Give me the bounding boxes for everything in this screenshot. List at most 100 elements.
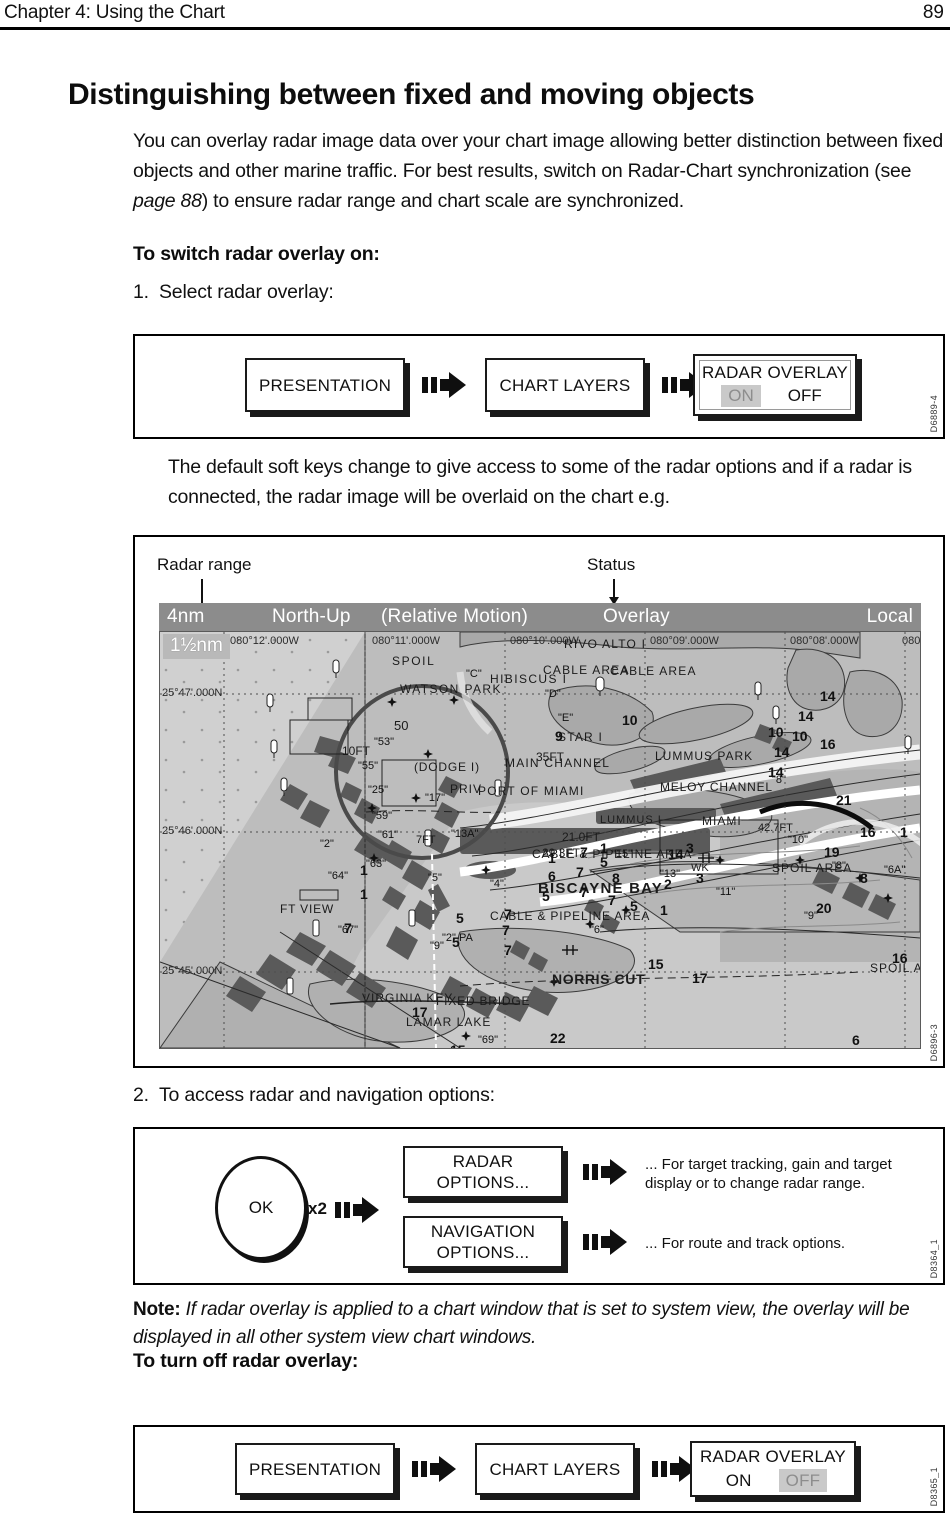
step-2: 2. To access radar and navigation options… [133,1084,495,1107]
chart-sounding: 5 [630,898,638,914]
softkey-radar-overlay[interactable]: RADAR OVERLAY ON OFF [690,1441,856,1497]
radar-range-badge: 1½nm [163,634,230,659]
chart-sounding: 2 [664,876,672,892]
note-text: If radar overlay is applied to a chart w… [133,1299,910,1348]
chart-buoy-label: "E" [558,712,574,724]
radar-overlay-option-on[interactable]: ON [719,1469,759,1492]
softkey-chart-layers[interactable]: CHART LAYERS [485,358,645,412]
chart-buoy-label: "15" [612,848,633,860]
navigation-options-description: ... For route and track options. [645,1235,846,1252]
chart-sounding: 1 [360,886,368,902]
softkey-chart-layers-label: CHART LAYERS [499,375,631,395]
longitude-label: 080°11'.000W [372,635,441,647]
chart-place-label: SPOIL AREA [772,861,853,875]
softkey-radar-overlay[interactable]: RADAR OVERLAY ON OFF [693,354,857,416]
chart-sounding: 8 [612,870,620,886]
softkey-radar-options[interactable]: RADAR OPTIONS... [403,1146,563,1198]
header-page-number: 89 [922,2,944,23]
latitude-label: 25°47'.000N [162,687,223,699]
chart-place-label: 42.7FT [758,822,793,834]
step-2-text: To access radar and navigation options: [159,1084,495,1106]
chart-buoy-label: "64" [328,870,349,882]
chart-sounding: 14 [820,688,836,704]
step-1-number: 1. [133,281,149,303]
longitude-label: 080 [902,635,921,647]
chart-place-label: 21.0FT [562,830,601,844]
right-arrow-icon [335,1197,379,1223]
figure-id: D8365_1 [929,1466,939,1506]
chart-place-label: RIVO ALTO I [564,638,645,651]
softkey-navigation-options-line2: OPTIONS... [436,1243,530,1262]
chart-buoy-label: "6" [590,924,604,936]
ok-knob-label: OK [248,1198,274,1217]
ok-knob-button[interactable]: OK [215,1156,307,1260]
note-label: Note: [133,1299,181,1320]
chart-sounding: 16 [892,950,908,966]
radar-overlay-option-off[interactable]: OFF [781,385,829,407]
chart-sounding: 7 [580,884,588,900]
status-overlay-mode: Overlay [603,606,670,627]
radar-overlay-option-on[interactable]: ON [721,385,761,407]
figure-id: D6889-4 [929,394,939,432]
intro-cross-reference: page 88 [133,190,202,212]
intro-text-part2: ) to ensure radar range and chart scale … [201,190,684,212]
chart-canvas[interactable]: 1½nm 080°12'.000W 080°11'.000W 080°10'.0… [159,631,921,1049]
chart-sounding: 7 [608,892,616,908]
chart-place-label: CABLE & PIPELINE AREA [490,910,649,923]
figure-id: D8364_1 [929,1238,939,1278]
chart-place-label: WATSON PARK [400,682,502,696]
chart-buoy-label: "D" [545,688,561,700]
softkey-presentation-label: PRESENTATION [248,1459,382,1479]
chart-buoy-label: "10" [788,834,809,846]
chart-sounding: 7 [504,906,512,922]
radar-overlay-option-off[interactable]: OFF [778,1469,828,1492]
right-arrow-icon [583,1229,627,1255]
page-header: Chapter 4: Using the Chart 89 [0,0,950,30]
chart-sounding: 7 [344,920,352,936]
softkey-navigation-options[interactable]: NAVIGATION OPTIONS... [403,1216,563,1268]
longitude-label: 080°12'.000W [230,635,299,647]
chart-place-label: SPOIL [392,654,436,668]
chart-sounding: 10 [792,728,808,744]
chart-sounding: 14 [774,744,790,760]
chart-sounding: 3 [686,840,694,856]
intro-paragraph: You can overlay radar image data over yo… [133,126,948,216]
chart-sounding: 19 [824,844,840,860]
page-title: Distinguishing between fixed and moving … [68,78,755,111]
longitude-label: 080°09'.000W [650,635,719,647]
chart-place-label: 7FT [416,834,436,846]
chart-place-label: 35FT [536,750,565,764]
chart-place-label: MELOY CHANNEL [660,780,772,794]
chart-sounding: 22 [550,1030,566,1046]
softkey-chart-layers[interactable]: CHART LAYERS [475,1443,635,1495]
subheading-turn-off: To turn off radar overlay: [133,1350,359,1372]
chart-place-label: LUMMUS PARK [655,749,752,763]
radar-options-description: ... For target tracking, gain and target… [645,1156,892,1192]
chart-sounding: 5 [452,934,460,950]
softkey-presentation[interactable]: PRESENTATION [245,358,405,412]
subheading-switch-on: To switch radar overlay on: [133,243,380,265]
chart-buoy-label: "13A" [451,828,479,840]
chart-buoy-label: "55" [358,760,379,772]
chart-sounding: 7 [502,922,510,938]
chart-buoy-label: "61" [378,829,399,841]
chart-sounding: 1 [360,862,368,878]
chart-sounding: 10 [622,712,638,728]
chart-sounding: 9 [555,728,563,744]
right-arrow-icon [412,1456,456,1482]
step-1: 1. Select radar overlay: [133,281,334,304]
figure-switch-overlay-off: PRESENTATION CHART LAYERS RADAR OVERLAY … [133,1425,945,1513]
header-chapter-title: Chapter 4: Using the Chart [4,2,225,23]
chart-sounding: 14 [798,708,814,724]
softkey-presentation[interactable]: PRESENTATION [235,1443,395,1495]
figure-id: D6896-3 [929,1023,939,1061]
latitude-label: 25°46'.000N [162,825,223,837]
callout-status-label: Status [587,555,636,574]
chart-place-label: CABLE AREA [543,663,630,677]
press-count-label: x2 [308,1199,327,1218]
chart-place-label: FT VIEW [280,902,335,916]
chart-sounding: 15 [450,1042,466,1048]
status-range: 4nm [167,606,205,627]
figure-access-options: OK x2 RADAR OPTIONS... ... For target tr… [133,1127,945,1285]
longitude-label: 080°08'.000W [790,635,859,647]
